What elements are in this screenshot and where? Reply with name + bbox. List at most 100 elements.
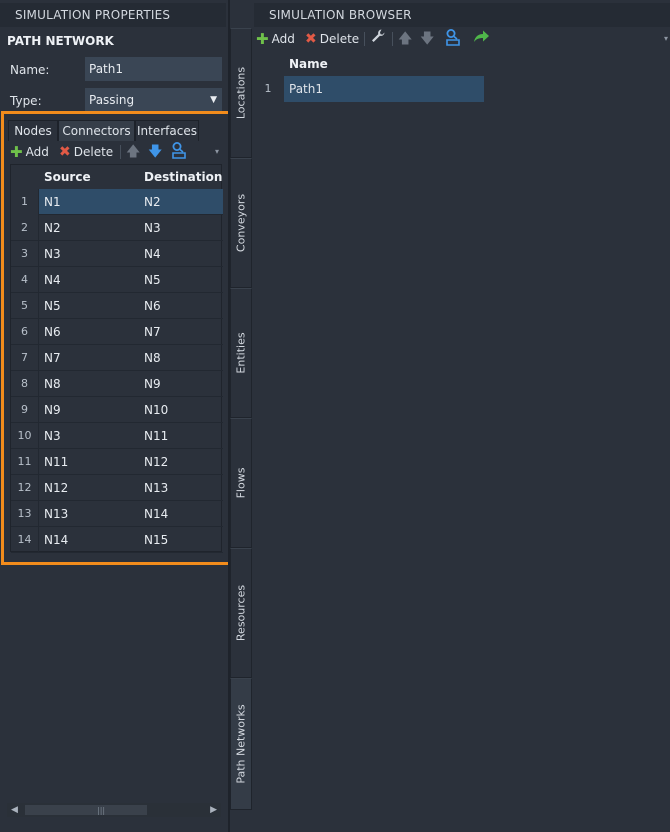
row-number: 2 — [11, 215, 39, 241]
side-tab-flows[interactable]: Flows — [230, 418, 252, 548]
move-up-button[interactable]: 🡅 — [398, 28, 412, 50]
toolbar-separator — [364, 32, 365, 46]
delete-icon: ✖ — [305, 31, 317, 47]
move-down-button[interactable]: 🡇 — [148, 141, 162, 163]
destination-cell[interactable]: N6 — [144, 293, 161, 319]
source-cell[interactable]: N8 — [44, 371, 61, 397]
column-header-destination: Destination — [144, 170, 223, 184]
source-cell[interactable]: N3 — [44, 241, 61, 267]
destination-cell[interactable]: N12 — [144, 449, 168, 475]
table-row[interactable]: 10 N3 N11 — [11, 423, 223, 449]
table-row[interactable]: 1 Path1 — [254, 76, 670, 102]
overflow-icon[interactable]: ▾ — [215, 141, 219, 163]
table-row[interactable]: 8 N8 N9 — [11, 371, 223, 397]
destination-cell[interactable]: N4 — [144, 241, 161, 267]
source-cell[interactable]: N1 — [44, 189, 61, 215]
column-header-source: Source — [44, 170, 91, 184]
move-down-button[interactable]: 🡇 — [420, 28, 434, 50]
arrow-up-icon: 🡅 — [126, 144, 141, 160]
wrench-icon — [372, 29, 385, 42]
row-number: 9 — [11, 397, 39, 423]
side-tab-label: Conveyors — [234, 193, 248, 253]
source-cell[interactable]: N6 — [44, 319, 61, 345]
table-row[interactable]: 9 N9 N10 — [11, 397, 223, 423]
side-tab-locations[interactable]: Locations — [230, 28, 252, 158]
chevron-down-icon: ▼ — [210, 95, 217, 105]
row-number: 8 — [11, 371, 39, 397]
side-tab-path-networks[interactable]: Path Networks — [230, 678, 252, 810]
tab-interfaces[interactable]: Interfaces — [135, 120, 199, 141]
source-cell[interactable]: N12 — [44, 475, 68, 501]
row-number: 1 — [264, 82, 272, 95]
arrow-up-icon: 🡅 — [398, 31, 413, 47]
tab-connectors[interactable]: Connectors — [58, 120, 135, 141]
find-button[interactable] — [170, 141, 188, 159]
move-up-button[interactable]: 🡅 — [126, 141, 140, 163]
row-number: 12 — [11, 475, 39, 501]
plus-icon: ✚ — [10, 143, 23, 161]
source-cell[interactable]: N14 — [44, 527, 68, 553]
horizontal-scrollbar[interactable]: ◀ ||| ▶ — [7, 803, 221, 817]
name-field[interactable]: Path1 — [85, 57, 222, 81]
table-row[interactable]: 2 N2 N3 — [11, 215, 223, 241]
source-cell[interactable]: N5 — [44, 293, 61, 319]
table-row[interactable]: 11 N11 N12 — [11, 449, 223, 475]
destination-cell[interactable]: N5 — [144, 267, 161, 293]
scroll-left-icon[interactable]: ◀ — [11, 803, 18, 817]
name-cell[interactable]: Path1 — [284, 76, 484, 102]
table-row[interactable]: 5 N5 N6 — [11, 293, 223, 319]
connectors-table: Source Destination 1 N1 N2 2 N2 N3 3 N3 N4 4 N4 N5 5… — [10, 164, 223, 553]
type-dropdown[interactable]: Passing ▼ — [85, 88, 222, 112]
source-cell[interactable]: N9 — [44, 397, 61, 423]
share-button[interactable] — [472, 28, 490, 44]
side-tab-resources[interactable]: Resources — [230, 548, 252, 678]
table-row[interactable]: 3 N3 N4 — [11, 241, 223, 267]
source-cell[interactable]: N4 — [44, 267, 61, 293]
destination-cell[interactable]: N13 — [144, 475, 168, 501]
table-row[interactable]: 7 N7 N8 — [11, 345, 223, 371]
destination-cell[interactable]: N10 — [144, 397, 168, 423]
side-tab-label: Path Networks — [234, 704, 248, 784]
find-button[interactable] — [444, 28, 462, 46]
destination-cell[interactable]: N14 — [144, 501, 168, 527]
source-cell[interactable]: N3 — [44, 423, 61, 449]
tab-nodes[interactable]: Nodes — [8, 120, 58, 141]
scroll-right-icon[interactable]: ▶ — [210, 803, 217, 817]
add-connector-button[interactable]: ✚ Add — [10, 141, 49, 163]
side-tab-label: Entities — [234, 332, 248, 374]
table-row[interactable]: 13 N13 N14 — [11, 501, 223, 527]
destination-cell[interactable]: N11 — [144, 423, 168, 449]
scrollbar-thumb[interactable]: ||| — [25, 805, 147, 815]
overflow-icon[interactable]: ▾ — [664, 28, 668, 50]
simulation-browser-header: SIMULATION BROWSER — [254, 3, 670, 27]
destination-cell[interactable]: N8 — [144, 345, 161, 371]
source-cell[interactable]: N7 — [44, 345, 61, 371]
side-tab-entities[interactable]: Entities — [230, 288, 252, 418]
table-row[interactable]: 4 N4 N5 — [11, 267, 223, 293]
properties-button[interactable] — [370, 28, 386, 44]
destination-cell[interactable]: N7 — [144, 319, 161, 345]
table-row[interactable]: 12 N12 N13 — [11, 475, 223, 501]
table-row[interactable]: 14 N14 N15 — [11, 527, 223, 553]
destination-cell[interactable]: N9 — [144, 371, 161, 397]
connectors-toolbar: ✚ Add ✖ Delete 🡅 🡇 ▾ — [10, 141, 226, 163]
simulation-properties-header: SIMULATION PROPERTIES — [0, 3, 226, 27]
type-label: Type: — [10, 94, 42, 108]
delete-button[interactable]: ✖ Delete — [305, 28, 359, 50]
side-tab-label: Resources — [234, 584, 248, 642]
table-row[interactable]: 1 N1 N2 — [11, 189, 223, 215]
destination-cell[interactable]: N3 — [144, 215, 161, 241]
side-tab-conveyors[interactable]: Conveyors — [230, 158, 252, 288]
source-cell[interactable]: N2 — [44, 215, 61, 241]
simulation-browser-panel: SIMULATION BROWSER ✚ Add ✖ Delete 🡅 🡇 ▾ … — [252, 0, 670, 832]
toolbar-separator — [120, 145, 121, 159]
share-arrow-icon — [474, 30, 489, 42]
source-cell[interactable]: N11 — [44, 449, 68, 475]
row-number: 14 — [11, 527, 39, 553]
destination-cell[interactable]: N2 — [144, 189, 161, 215]
source-cell[interactable]: N13 — [44, 501, 68, 527]
delete-connector-button[interactable]: ✖ Delete — [59, 141, 113, 163]
table-row[interactable]: 6 N6 N7 — [11, 319, 223, 345]
add-button[interactable]: ✚ Add — [256, 28, 295, 50]
destination-cell[interactable]: N15 — [144, 527, 168, 553]
